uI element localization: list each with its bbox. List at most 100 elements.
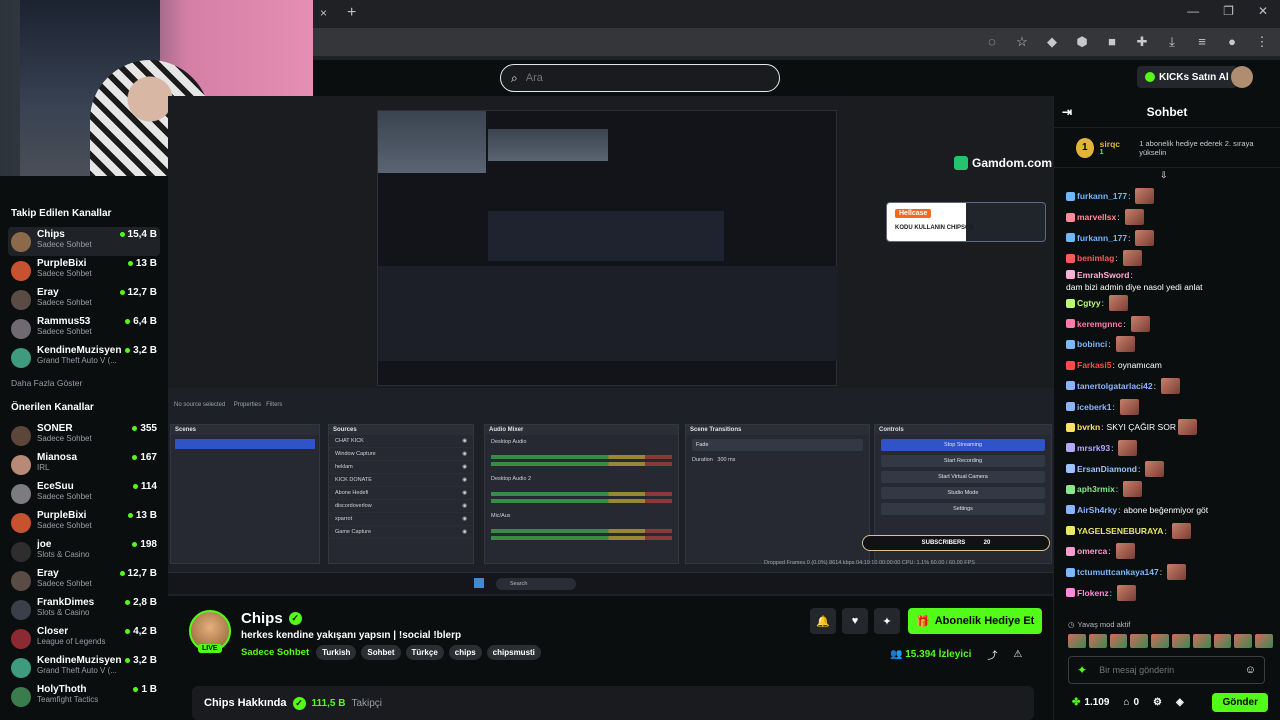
sidebar-channel-item[interactable]: Mianosa IRL 167 — [8, 450, 160, 479]
obs-source-row: Game Capture ◉ — [329, 526, 473, 539]
chat-username[interactable]: mrsrk93 — [1077, 442, 1110, 454]
chat-username[interactable]: aph3rmix — [1077, 483, 1115, 495]
sparkle-button[interactable]: ✦ — [874, 608, 900, 634]
chat-username[interactable]: ErsanDiamond — [1077, 463, 1137, 475]
chat-username[interactable]: keremgnnc — [1077, 318, 1122, 330]
chat-scroll-down-icon[interactable]: ⇩ — [1160, 170, 1168, 181]
buy-kicks-button[interactable]: KICKs Satın Al — [1137, 66, 1237, 88]
chat-username[interactable]: furkann_177 — [1077, 232, 1127, 244]
chat-input-box[interactable]: ✦ ☺ — [1068, 656, 1265, 684]
video-player[interactable]: Gamdom.com Hellcase KODU KULLANIN CHIPSC… — [168, 96, 1053, 596]
chat-username[interactable]: Farkasi5 — [1077, 359, 1112, 371]
sidebar-channel-item[interactable]: Eray Sadece Sohbet 12,7 B — [8, 566, 160, 595]
download-icon[interactable]: ⤓ — [1164, 34, 1180, 50]
eye-off-icon[interactable]: ◌ — [984, 34, 1000, 50]
send-button[interactable]: Gönder — [1212, 692, 1268, 712]
share-icon[interactable]: ⤴ — [987, 647, 997, 662]
search-box[interactable]: ⌕ — [500, 64, 780, 92]
sidebar-channel-item[interactable]: KendineMuzisyen Grand Theft Auto V (... 3,… — [8, 653, 160, 682]
emote-button[interactable] — [1255, 634, 1273, 648]
tag-chip[interactable]: Sohbet — [361, 645, 401, 660]
profile-icon[interactable]: ● — [1224, 34, 1240, 50]
chat-input[interactable] — [1099, 665, 1233, 675]
emote-button[interactable] — [1151, 634, 1169, 648]
sidebar-channel-item[interactable]: Rammus53 Sadece Sohbet 6,4 B — [8, 314, 160, 343]
notification-bell-button[interactable]: 🔔 — [810, 608, 836, 634]
maximize-icon[interactable]: ❐ — [1223, 4, 1234, 18]
emote-button[interactable] — [1109, 634, 1128, 648]
sidebar-channel-item[interactable]: SONER Sadece Sohbet 355 — [8, 421, 160, 450]
close-tab-icon[interactable]: × — [320, 6, 327, 20]
follow-heart-button[interactable]: ♥ — [842, 608, 868, 634]
chat-tools-icon[interactable]: ◈ — [1176, 697, 1184, 708]
sidebar-channel-item[interactable]: Eray Sadece Sohbet 12,7 B — [8, 285, 160, 314]
settings-gear-icon[interactable]: ⚙ — [1153, 697, 1162, 708]
channel-name: SONER — [37, 423, 73, 434]
emote-button[interactable] — [1130, 634, 1149, 648]
extension-icon[interactable]: ■ — [1104, 34, 1120, 50]
chat-username[interactable]: EmrahSword — [1077, 269, 1129, 281]
sidebar-channel-item[interactable]: joe Slots & Casino 198 — [8, 537, 160, 566]
gift-balance[interactable]: ⌂ 0 — [1123, 697, 1139, 708]
media-icon[interactable]: ≡ — [1194, 34, 1210, 50]
puzzle-icon[interactable]: ✚ — [1134, 34, 1150, 50]
chat-username[interactable]: omerca — [1077, 545, 1107, 557]
tag-chip[interactable]: Turkish — [316, 645, 357, 660]
chat-header: ⇥ Sohbet — [1054, 96, 1280, 128]
emote-button[interactable] — [1192, 634, 1211, 648]
chat-username[interactable]: Cgtyy — [1077, 297, 1101, 309]
gift-subscription-button[interactable]: 🎁 Abonelik Hediye Et — [908, 608, 1043, 634]
search-input[interactable] — [525, 72, 746, 84]
live-dot-icon — [119, 571, 125, 576]
emote-button[interactable] — [1234, 634, 1253, 648]
chat-username[interactable]: tctumuttcankaya147 — [1077, 566, 1159, 578]
emoji-icon[interactable]: ☺ — [1245, 664, 1256, 676]
sidebar-channel-item[interactable]: PurpleBixi Sadece Sohbet 13 B — [8, 256, 160, 285]
address-bar[interactable]: ◌ ☆ ◆ ⬢ ■ ✚ ⤓ ≡ ● ⋮ — [312, 28, 1280, 56]
tag-chip[interactable]: chips — [448, 645, 482, 660]
collapse-chat-icon[interactable]: ⇥ — [1062, 105, 1072, 119]
user-avatar[interactable] — [1231, 66, 1253, 88]
subscribers-label: SUBSCRIBERS — [921, 540, 966, 546]
report-icon[interactable]: ⚠ — [1013, 649, 1022, 660]
more-menu-icon[interactable]: ⋮ — [1254, 34, 1270, 50]
tag-chip[interactable]: Türkçe — [405, 645, 444, 660]
kicks-balance[interactable]: ✤ 1.109 — [1072, 697, 1109, 708]
emote-button[interactable] — [1088, 634, 1107, 648]
chat-username[interactable]: tanertolgatarlaci42 — [1077, 380, 1153, 392]
sidebar-channel-item[interactable]: PurpleBixi Sadece Sohbet 13 B — [8, 508, 160, 537]
chat-username[interactable]: AirSh4rky — [1077, 504, 1117, 516]
sidebar-channel-item[interactable]: KendineMuzisyen Grand Theft Auto V (... 3,… — [8, 343, 160, 372]
sparkle-icon[interactable]: ✦ — [1077, 663, 1087, 677]
leaderboard-user[interactable]: sirqc 1 — [1100, 139, 1134, 156]
following-list: Chips Sadece Sohbet 15,4 B PurpleBixi Sadece… — [8, 227, 160, 372]
emote-button[interactable] — [1068, 634, 1086, 648]
sidebar-channel-item[interactable]: FrankDimes Slots & Casino 2,8 B — [8, 595, 160, 624]
chat-username[interactable]: iceberk1 — [1077, 401, 1112, 413]
emote-button[interactable] — [1171, 634, 1190, 648]
emote-button[interactable] — [1213, 634, 1232, 648]
show-more-link[interactable]: Daha Fazla Göster — [11, 378, 160, 388]
shield-icon[interactable]: ⬢ — [1074, 34, 1090, 50]
sidebar-channel-item[interactable]: Chips Sadece Sohbet 15,4 B — [8, 227, 160, 256]
chat-username[interactable]: furkann_177 — [1077, 190, 1127, 202]
extension-icon[interactable]: ◆ — [1044, 34, 1060, 50]
sidebar-channel-item[interactable]: EceSuu Sadece Sohbet 114 — [8, 479, 160, 508]
tag-chip[interactable]: chipsmusti — [486, 645, 541, 660]
chat-username[interactable]: bvrkn — [1077, 421, 1100, 433]
chat-username[interactable]: benimlag — [1077, 252, 1114, 264]
sidebar-channel-item[interactable]: Closer League of Legends 4,2 B — [8, 624, 160, 653]
minimize-icon[interactable]: — — [1187, 4, 1199, 18]
chat-username[interactable]: Flokenz — [1077, 587, 1109, 599]
gift-subscription-label: Abonelik Hediye Et — [934, 615, 1035, 627]
close-window-icon[interactable]: ✕ — [1258, 4, 1268, 18]
viewer-count: 198 — [132, 539, 157, 550]
sidebar-channel-item[interactable]: HolyThoth Teamfight Tactics 1 B — [8, 682, 160, 711]
chat-username[interactable]: bobinci — [1077, 338, 1107, 350]
chat-username[interactable]: marvellsx — [1077, 211, 1116, 223]
new-tab-icon[interactable]: + — [347, 4, 356, 22]
chat-username[interactable]: YAGELSENEBURAYA — [1077, 525, 1163, 537]
bookmark-star-icon[interactable]: ☆ — [1014, 34, 1030, 50]
category-link[interactable]: Sadece Sohbet — [241, 647, 309, 658]
channel-name[interactable]: Chips — [241, 610, 283, 627]
